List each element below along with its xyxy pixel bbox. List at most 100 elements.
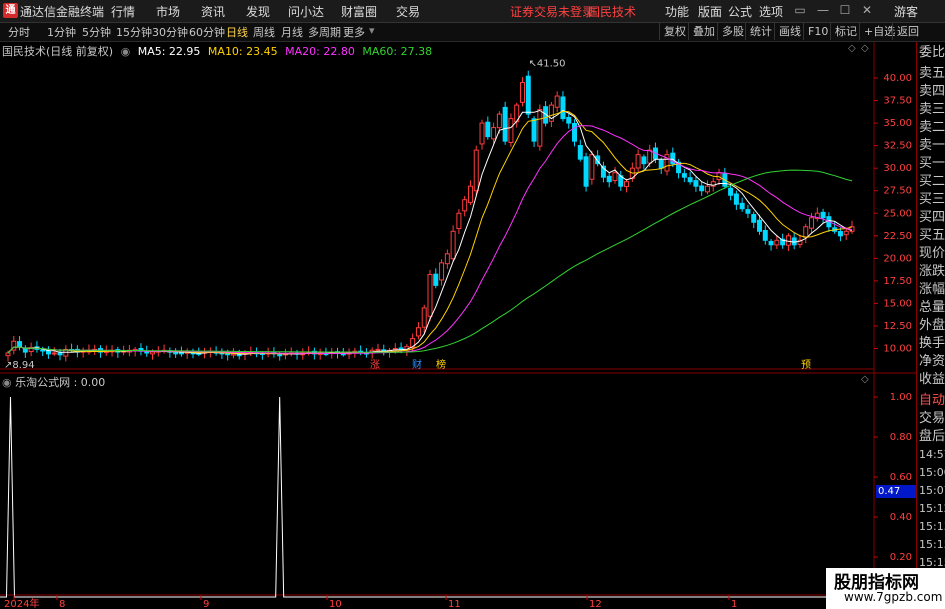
panel-outer: 外盘 xyxy=(919,318,945,333)
y-tick-label: 35.00 xyxy=(883,118,912,129)
panel-earnings: 收益 xyxy=(919,372,945,387)
panel-auto[interactable]: 自动 xyxy=(919,393,945,409)
overlay-button[interactable]: 叠加 xyxy=(688,23,719,40)
candle-body xyxy=(837,231,843,237)
indicator-line xyxy=(0,396,874,598)
minimize-icon[interactable]: — xyxy=(814,2,832,19)
more-chevron-icon[interactable]: ▾ xyxy=(369,24,375,37)
kline-chart[interactable]: 10.00 12.50 15.00 17.50 20.00 22.50 25.00 27.50… xyxy=(0,42,916,609)
tab-intraday[interactable]: 分时 xyxy=(8,24,30,40)
panel-time: 15:15 xyxy=(919,538,945,551)
y-tick-label: 22.50 xyxy=(883,231,912,242)
tab-5min[interactable]: 5分钟 xyxy=(82,24,111,40)
panel-turnover: 换手 xyxy=(919,336,945,351)
candle-body xyxy=(519,82,525,103)
candle-body xyxy=(681,173,687,178)
indicator-y-tick-label: 0.80 xyxy=(890,432,912,443)
menu-layout[interactable]: 版面 xyxy=(698,3,722,20)
candle-body xyxy=(456,212,462,230)
candle-body xyxy=(716,172,722,180)
candle-body xyxy=(421,307,427,328)
candle-body xyxy=(17,341,23,348)
indicator-settings-icon[interactable]: ◉ xyxy=(2,376,12,389)
menu-function[interactable]: 功能 xyxy=(665,3,689,20)
maximize-icon[interactable]: ☐ xyxy=(836,2,854,19)
close-icon[interactable]: ✕ xyxy=(858,2,876,19)
chart-info-line: 国民技术(日线 前复权) ◉ MA5: 22.95 MA10: 23.45 MA… xyxy=(2,43,436,59)
panel-trade: 交易 xyxy=(919,411,945,426)
panel-label-weibi: 委比 xyxy=(919,45,945,60)
menu-icon[interactable]: ▭ xyxy=(791,2,809,19)
adjust-button[interactable]: 复权 xyxy=(659,23,690,40)
menu-quotes[interactable]: 行情 xyxy=(111,3,135,20)
menu-formula[interactable]: 公式 xyxy=(728,3,752,20)
tab-monthly[interactable]: 月线 xyxy=(281,24,303,40)
candle-body xyxy=(537,109,543,147)
menu-market[interactable]: 市场 xyxy=(156,3,180,20)
expand-icon[interactable]: ◇ xyxy=(861,43,869,54)
y-tick-label: 37.50 xyxy=(883,96,912,107)
y-tick-label: 25.00 xyxy=(883,208,912,219)
candle-body xyxy=(687,177,693,183)
candle-body xyxy=(5,352,11,357)
candle-body xyxy=(491,127,497,140)
settings-icon[interactable]: ◉ xyxy=(121,45,131,58)
candle-body xyxy=(479,122,485,145)
candle-body xyxy=(485,121,491,138)
candle-body xyxy=(531,118,537,142)
f10-button[interactable]: F10 xyxy=(803,23,832,40)
candle-body xyxy=(745,209,751,214)
indicator-label: 乐淘公式网 : 0.00 xyxy=(15,376,106,389)
menu-wealth[interactable]: 财富圈 xyxy=(341,3,377,20)
tab-more[interactable]: 更多 xyxy=(343,24,365,40)
tab-15min[interactable]: 15分钟 xyxy=(116,24,152,40)
candle-body xyxy=(774,239,780,246)
mark-button[interactable]: 标记 xyxy=(830,23,861,40)
candle-body xyxy=(739,202,745,210)
guest-user[interactable]: 游客 xyxy=(894,3,918,20)
candle-body xyxy=(236,354,242,357)
y-tick-label: 40.00 xyxy=(883,73,912,84)
event-marker: 财 xyxy=(412,358,422,371)
panel-time: 15:07 xyxy=(919,484,945,497)
multi-stock-button[interactable]: 多股 xyxy=(717,23,748,40)
panel-net-asset: 净资 xyxy=(919,354,945,369)
diamond-icon[interactable]: ◇ xyxy=(848,43,856,54)
candle-body xyxy=(577,145,583,160)
panel-time: 15:13 xyxy=(919,520,945,533)
x-tick-label: 1 xyxy=(731,599,737,609)
panel-sell2: 卖二 xyxy=(919,120,945,135)
y-tick-label: 17.50 xyxy=(883,276,912,287)
candle-body xyxy=(572,123,578,142)
app-title: 通达信金融终端 xyxy=(20,5,105,19)
back-button[interactable]: 返回 xyxy=(892,23,923,40)
tab-30min[interactable]: 30分钟 xyxy=(152,24,188,40)
menu-ask[interactable]: 问小达 xyxy=(288,3,324,20)
tab-weekly[interactable]: 周线 xyxy=(253,24,275,40)
panel-time: 15:00 xyxy=(919,466,945,479)
candle-body xyxy=(554,95,560,108)
panel-volume: 总量 xyxy=(919,300,945,315)
candle-body xyxy=(693,180,699,187)
candle-body xyxy=(340,353,346,356)
candle-body xyxy=(473,149,479,192)
draw-button[interactable]: 画线 xyxy=(774,23,805,40)
menu-trade[interactable]: 交易 xyxy=(396,3,420,20)
tab-daily[interactable]: 日线 xyxy=(226,24,248,40)
indicator-y-tick-label: 0.20 xyxy=(890,552,912,563)
tab-1min[interactable]: 1分钟 xyxy=(47,24,76,40)
panel-after-hours: 盘后 xyxy=(919,429,945,444)
ma5-label: MA5: 22.95 xyxy=(137,45,201,58)
candle-body xyxy=(843,230,849,236)
indicator-expand-icon[interactable]: ◇ xyxy=(861,374,869,385)
menu-options[interactable]: 选项 xyxy=(759,3,783,20)
panel-change: 涨跌 xyxy=(919,264,945,279)
event-marker: 涨 xyxy=(370,359,380,371)
tab-60min[interactable]: 60分钟 xyxy=(189,24,225,40)
tab-multi-period[interactable]: 多周期 xyxy=(308,24,341,40)
menu-discover[interactable]: 发现 xyxy=(246,3,270,20)
login-status[interactable]: 证券交易未登录 xyxy=(510,3,594,20)
stats-button[interactable]: 统计 xyxy=(745,23,776,40)
candle-body xyxy=(439,262,445,281)
menu-news[interactable]: 资讯 xyxy=(201,3,225,20)
